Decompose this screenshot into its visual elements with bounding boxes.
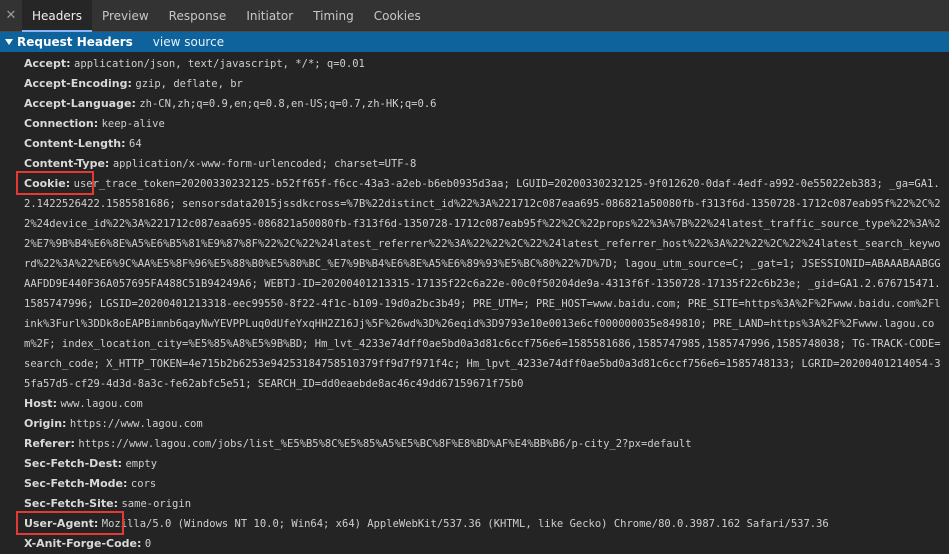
view-source-link[interactable]: view source (153, 35, 224, 49)
header-name: Content-Length: (24, 137, 126, 150)
header-name: X-Anit-Forge-Code: (24, 537, 142, 550)
header-value: https://www.lagou.com (69, 418, 203, 430)
header-row-host: Host: www.lagou.com (0, 394, 949, 414)
header-name: Connection: (24, 117, 99, 130)
header-name: Accept-Language: (24, 97, 136, 110)
tab-cookies[interactable]: Cookies (364, 0, 431, 31)
header-name: Accept-Encoding: (24, 77, 132, 90)
header-row-sec-fetch-mode: Sec-Fetch-Mode: cors (0, 474, 949, 494)
request-headers-section[interactable]: Request Headers view source (0, 32, 949, 52)
header-row-content-type: Content-Type: application/x-www-form-url… (0, 154, 949, 174)
header-value: application/json, text/javascript, */*; … (74, 58, 365, 70)
header-row-user-agent: User-Agent: Mozilla/5.0 (Windows NT 10.0… (0, 511, 949, 535)
header-value: application/x-www-form-urlencoded; chars… (112, 158, 417, 170)
header-row-content-length: Content-Length: 64 (0, 134, 949, 154)
header-row-accept-encoding: Accept-Encoding: gzip, deflate, br (0, 74, 949, 94)
tab-preview[interactable]: Preview (92, 0, 159, 31)
header-row-sec-fetch-site: Sec-Fetch-Site: same-origin (0, 494, 949, 514)
section-title: Request Headers (17, 35, 133, 49)
header-value: keep-alive (101, 118, 165, 130)
header-value: https://www.lagou.com/jobs/list_%E5%B5%8… (78, 438, 692, 450)
tab-response[interactable]: Response (159, 0, 237, 31)
tab-headers[interactable]: Headers (22, 0, 92, 32)
header-row-referer: Referer: https://www.lagou.com/jobs/list… (0, 434, 949, 454)
header-row-accept-language: Accept-Language: zh-CN,zh;q=0.9,en;q=0.8… (0, 94, 949, 114)
header-name: Content-Type: (24, 157, 110, 170)
header-row-accept: Accept: application/json, text/javascrip… (0, 54, 949, 74)
expand-triangle-icon[interactable] (5, 39, 13, 45)
header-name: Origin: (24, 417, 67, 430)
header-name: Referer: (24, 437, 75, 450)
header-value: 0 (144, 538, 152, 550)
close-icon[interactable]: ✕ (0, 0, 22, 31)
header-row-cookie: Cookie: user_trace_token=20200330232125-… (0, 171, 949, 394)
header-name: Sec-Fetch-Site: (24, 497, 118, 510)
header-value: Mozilla/5.0 (Windows NT 10.0; Win64; x64… (101, 518, 829, 530)
headers-list: Accept: application/json, text/javascrip… (0, 54, 949, 554)
header-value: empty (125, 458, 158, 470)
header-row-x-anit-forge-code: X-Anit-Forge-Code: 0 (0, 534, 949, 554)
header-row-sec-fetch-dest: Sec-Fetch-Dest: empty (0, 454, 949, 474)
devtools-tab-bar: ✕ Headers Preview Response Initiator Tim… (0, 0, 949, 32)
header-name: Cookie: (24, 177, 71, 190)
header-name: User-Agent: (24, 517, 99, 530)
tab-timing[interactable]: Timing (303, 0, 364, 31)
header-value: 64 (129, 138, 142, 150)
header-value: gzip, deflate, br (135, 78, 243, 90)
header-value: zh-CN,zh;q=0.9,en;q=0.8,en-US;q=0.7,zh-H… (139, 98, 437, 110)
header-row-origin: Origin: https://www.lagou.com (0, 414, 949, 434)
header-value: cors (130, 478, 157, 490)
header-name: Accept: (24, 57, 71, 70)
header-name: Sec-Fetch-Dest: (24, 457, 122, 470)
header-value: www.lagou.com (60, 398, 143, 410)
header-name: Sec-Fetch-Mode: (24, 477, 128, 490)
header-row-connection: Connection: keep-alive (0, 114, 949, 134)
header-value: user_trace_token=20200330232125-b52ff65f… (24, 178, 941, 390)
header-name: Host: (24, 397, 57, 410)
tab-initiator[interactable]: Initiator (236, 0, 303, 31)
